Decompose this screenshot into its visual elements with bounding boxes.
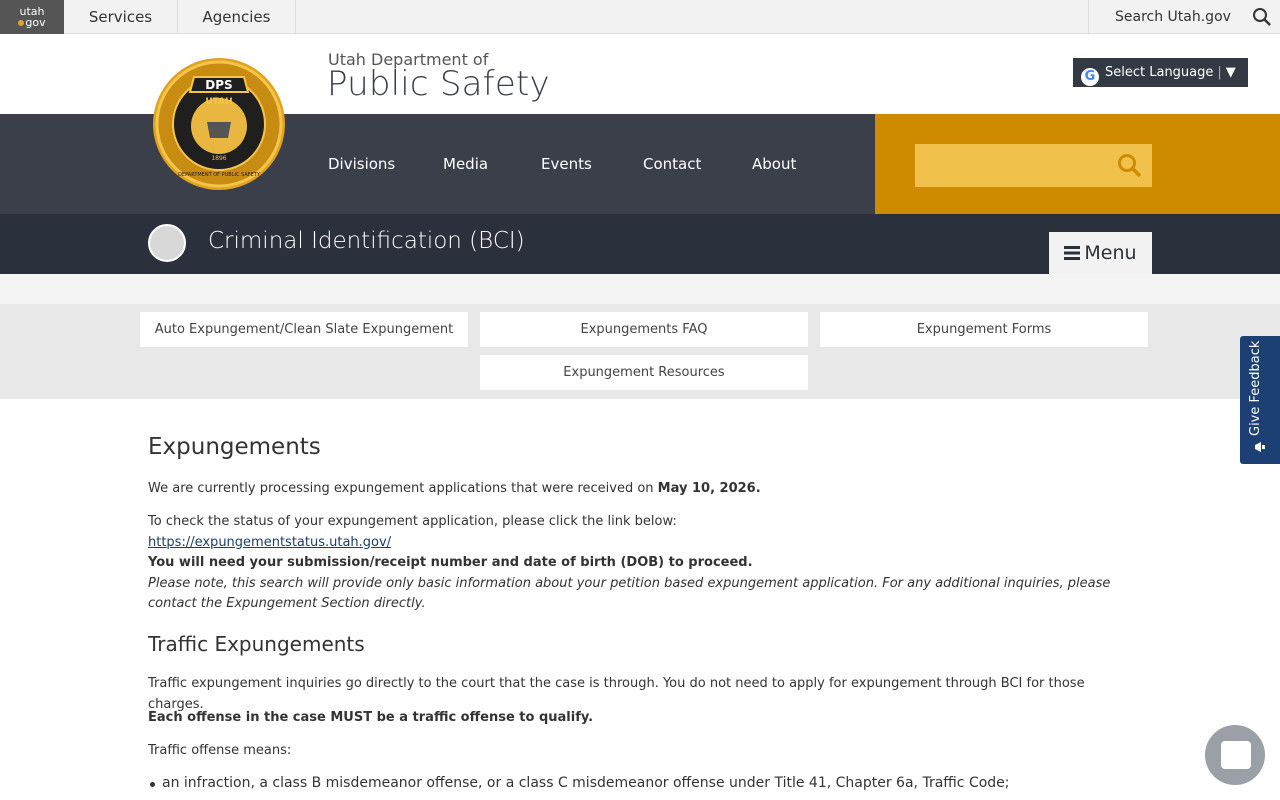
menu-label: Menu <box>1084 242 1137 264</box>
utah-logo-bottom: gov <box>25 16 46 29</box>
processing-paragraph: We are currently processing expungement … <box>148 479 1118 500</box>
search-utah-gov-label: Search Utah.gov <box>1115 9 1231 25</box>
traffic-offense-intro: Traffic offense means: <box>148 743 292 758</box>
expungement-status-link[interactable]: https://expungementstatus.utah.gov/ <box>148 535 391 550</box>
subnav-expungements-faq[interactable]: Expungements FAQ <box>480 312 808 347</box>
department-title[interactable]: Public Safety <box>327 64 550 104</box>
services-link[interactable]: Services <box>64 0 178 34</box>
select-language-button[interactable]: G Select Language | ▼ <box>1073 58 1248 87</box>
google-icon: G <box>1081 68 1099 86</box>
seal-ring-text: DEPARTMENT OF PUBLIC SAFETY <box>178 172 261 178</box>
utah-gov-bar: utah gov Services Agencies Search Utah.g… <box>0 0 1280 34</box>
seal-utah-text: UTAH <box>205 97 232 107</box>
traffic-requirement-text: Each offense in the case MUST be a traff… <box>148 710 594 725</box>
menu-button[interactable]: Menu <box>1049 232 1152 274</box>
bci-seal-icon <box>148 224 186 262</box>
nav-about[interactable]: About <box>752 114 796 214</box>
services-label: Services <box>88 8 153 26</box>
chat-bubble-icon <box>1221 741 1251 769</box>
megaphone-icon <box>1255 442 1265 452</box>
processing-date: May 10, 2026. <box>657 481 761 496</box>
status-note: Please note, this search will provide on… <box>148 575 1111 612</box>
division-title[interactable]: Criminal Identification (BCI) <box>208 228 525 254</box>
search-utah-gov[interactable]: Search Utah.gov <box>1088 0 1280 34</box>
search-icon[interactable] <box>1252 7 1272 27</box>
select-language-label: Select Language <box>1105 65 1214 80</box>
agencies-label: Agencies <box>202 8 271 26</box>
list-item: an infraction, a class B misdemeanor off… <box>150 775 1010 791</box>
traffic-expungements-heading: Traffic Expungements <box>148 632 365 656</box>
nav-events[interactable]: Events <box>541 114 592 214</box>
subnav-auto-expungement[interactable]: Auto Expungement/Clean Slate Expungement <box>140 312 468 347</box>
hamburger-icon <box>1064 246 1081 260</box>
give-feedback-label: Give Feedback <box>1248 340 1263 436</box>
nav-divisions[interactable]: Divisions <box>328 114 395 214</box>
nav-media[interactable]: Media <box>443 114 488 214</box>
site-search-input[interactable] <box>915 144 1152 187</box>
search-icon[interactable] <box>1117 153 1142 178</box>
subnav-expungement-forms[interactable]: Expungement Forms <box>820 312 1148 347</box>
processing-text: We are currently processing expungement … <box>148 481 658 496</box>
main-navigation: Divisions Media Events Contact About <box>0 114 875 214</box>
nav-contact[interactable]: Contact <box>643 114 701 214</box>
utah-gov-logo[interactable]: utah gov <box>0 0 64 34</box>
traffic-requirement: Each offense in the case MUST be a traff… <box>148 708 1118 729</box>
chat-button[interactable] <box>1205 725 1265 785</box>
dps-seal-logo[interactable]: DPS UTAH 1896 DEPARTMENT OF PUBLIC SAFET… <box>152 52 286 194</box>
site-search-area <box>875 114 1280 214</box>
agencies-link[interactable]: Agencies <box>178 0 296 34</box>
expungement-subnav: Auto Expungement/Clean Slate Expungement… <box>0 304 1280 399</box>
page-title: Expungements <box>148 434 321 460</box>
division-bar: Criminal Identification (BCI) Menu <box>0 214 1280 274</box>
subnav-expungement-resources[interactable]: Expungement Resources <box>480 355 808 390</box>
status-intro: To check the status of your expungement … <box>148 514 677 529</box>
seal-dps-text: DPS <box>205 78 232 92</box>
seal-year-text: 1896 <box>211 155 226 162</box>
spacer-strip <box>0 274 1280 304</box>
chevron-down-icon: ▼ <box>1225 65 1236 80</box>
give-feedback-tab[interactable]: Give Feedback <box>1240 336 1280 464</box>
utah-logo-dot <box>18 20 25 26</box>
status-requirement: You will need your submission/receipt nu… <box>148 555 753 570</box>
status-paragraph: To check the status of your expungement … <box>148 512 1118 615</box>
